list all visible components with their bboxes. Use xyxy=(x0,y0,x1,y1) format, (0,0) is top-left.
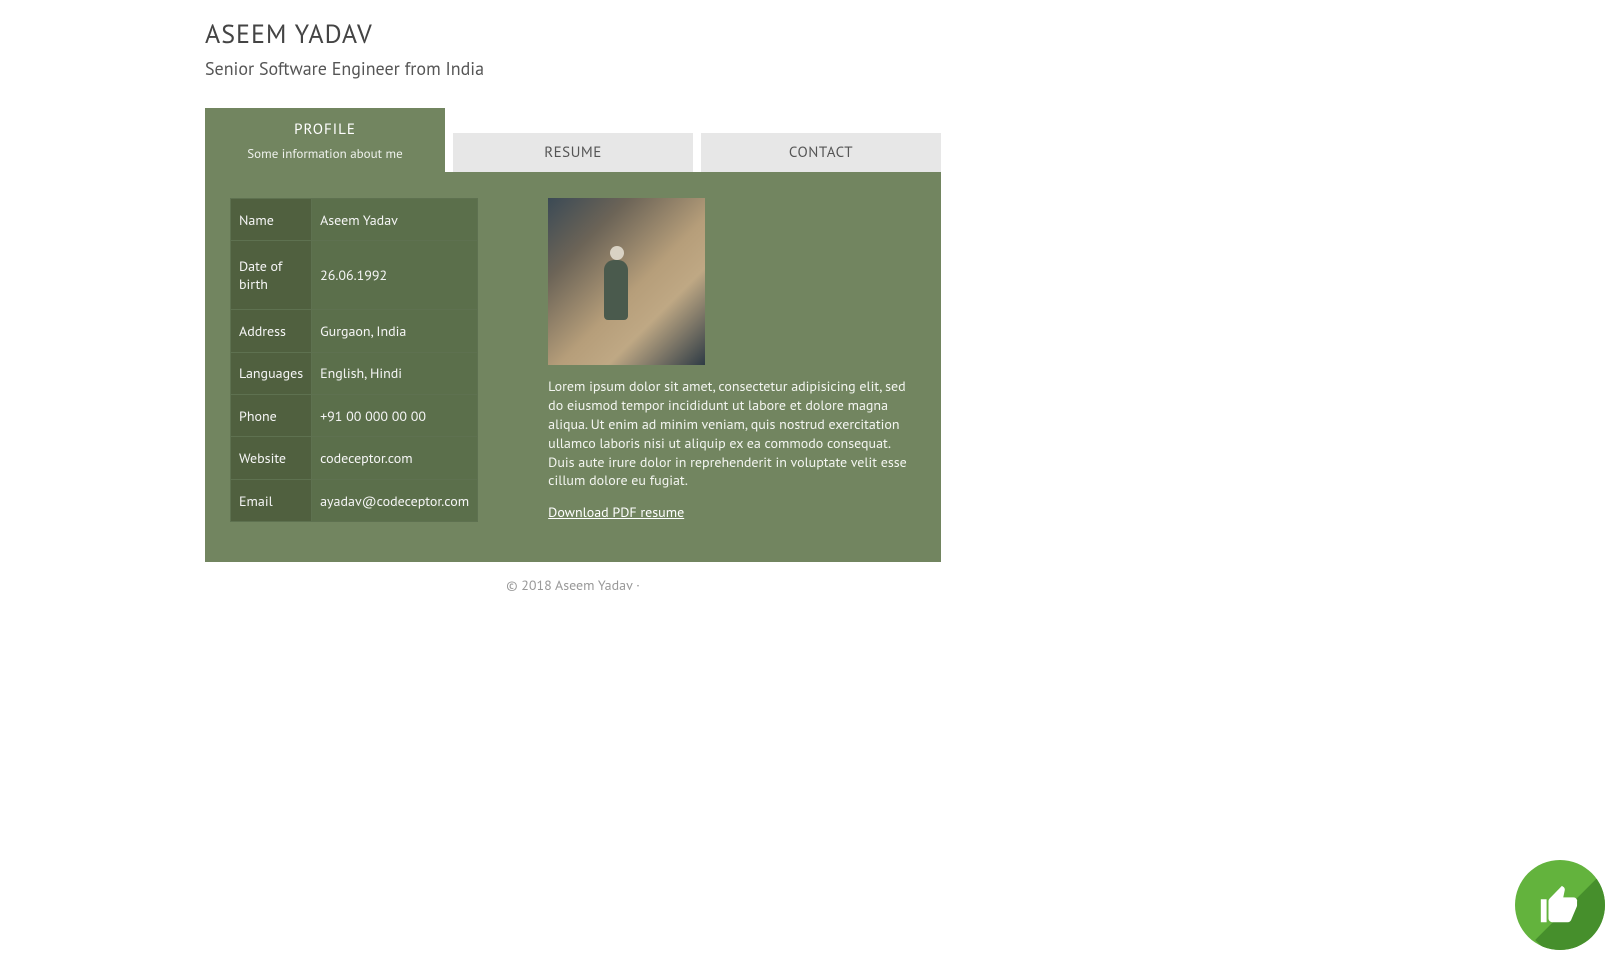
page-title: ASEEM YADAV xyxy=(205,18,941,51)
info-value: 26.06.1992 xyxy=(312,241,478,310)
table-row: Date of birth 26.06.1992 xyxy=(231,241,478,310)
page-subtitle: Senior Software Engineer from India xyxy=(205,57,941,80)
info-key: Address xyxy=(231,310,312,352)
info-value: Gurgaon, India xyxy=(312,310,478,352)
tab-resume[interactable]: RESUME xyxy=(453,133,693,172)
info-value: Aseem Yadav xyxy=(312,199,478,241)
tab-profile-title: PROFILE xyxy=(205,120,445,139)
table-row: Email ayadav@codeceptor.com xyxy=(231,479,478,521)
profile-photo xyxy=(548,198,705,365)
thumbs-up-icon xyxy=(1537,882,1583,928)
table-row: Name Aseem Yadav xyxy=(231,199,478,241)
tab-contact[interactable]: CONTACT xyxy=(701,133,941,172)
download-resume-link[interactable]: Download PDF resume xyxy=(548,503,684,521)
table-row: Website codeceptor.com xyxy=(231,437,478,479)
table-row: Address Gurgaon, India xyxy=(231,310,478,352)
table-row: Languages English, Hindi xyxy=(231,352,478,394)
footer-text: © 2018 Aseem Yadav · xyxy=(205,576,941,594)
tab-bar: PROFILE Some information about me RESUME… xyxy=(205,108,941,172)
profile-panel: Name Aseem Yadav Date of birth 26.06.199… xyxy=(205,172,941,562)
bio-text: Lorem ipsum dolor sit amet, consectetur … xyxy=(548,377,916,490)
info-value: English, Hindi xyxy=(312,352,478,394)
info-key: Website xyxy=(231,437,312,479)
feedback-badge[interactable] xyxy=(1515,860,1605,950)
info-key: Phone xyxy=(231,395,312,437)
info-key: Name xyxy=(231,199,312,241)
tab-profile[interactable]: PROFILE Some information about me xyxy=(205,108,445,172)
info-value: codeceptor.com xyxy=(312,437,478,479)
info-key: Email xyxy=(231,479,312,521)
info-key: Languages xyxy=(231,352,312,394)
tab-profile-sub: Some information about me xyxy=(205,145,445,162)
table-row: Phone +91 00 000 00 00 xyxy=(231,395,478,437)
info-table: Name Aseem Yadav Date of birth 26.06.199… xyxy=(230,198,478,522)
info-value: ayadav@codeceptor.com xyxy=(312,479,478,521)
info-key: Date of birth xyxy=(231,241,312,310)
info-value: +91 00 000 00 00 xyxy=(312,395,478,437)
